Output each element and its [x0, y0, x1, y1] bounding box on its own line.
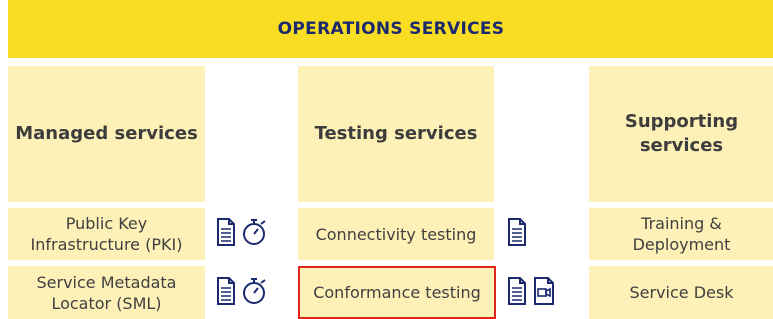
connectivity-icons [507, 218, 527, 246]
sml-cell: Service Metadata Locator (SML) [8, 266, 205, 319]
document-icon [216, 277, 236, 305]
connectivity-testing-cell: Connectivity testing [298, 208, 494, 260]
testing-services-header: Testing services [298, 66, 494, 202]
pki-cell: Public Key Infrastructure (PKI) [8, 208, 205, 260]
document-icon [507, 277, 527, 305]
document-icon [507, 218, 527, 246]
stopwatch-icon [242, 277, 268, 305]
sml-icons [216, 277, 268, 305]
pki-icons [216, 218, 268, 246]
managed-services-header: Managed services [8, 66, 205, 202]
video-icon [533, 277, 555, 305]
training-deployment-cell: Training & Deployment [589, 208, 773, 260]
service-desk-cell: Service Desk [589, 266, 773, 319]
stopwatch-icon [242, 218, 268, 246]
supporting-services-header: Supporting services [589, 66, 773, 202]
conformance-icons [507, 277, 555, 305]
operations-services-banner: OPERATIONS SERVICES [8, 0, 773, 58]
conformance-testing-cell[interactable]: Conformance testing [298, 266, 496, 319]
document-icon [216, 218, 236, 246]
